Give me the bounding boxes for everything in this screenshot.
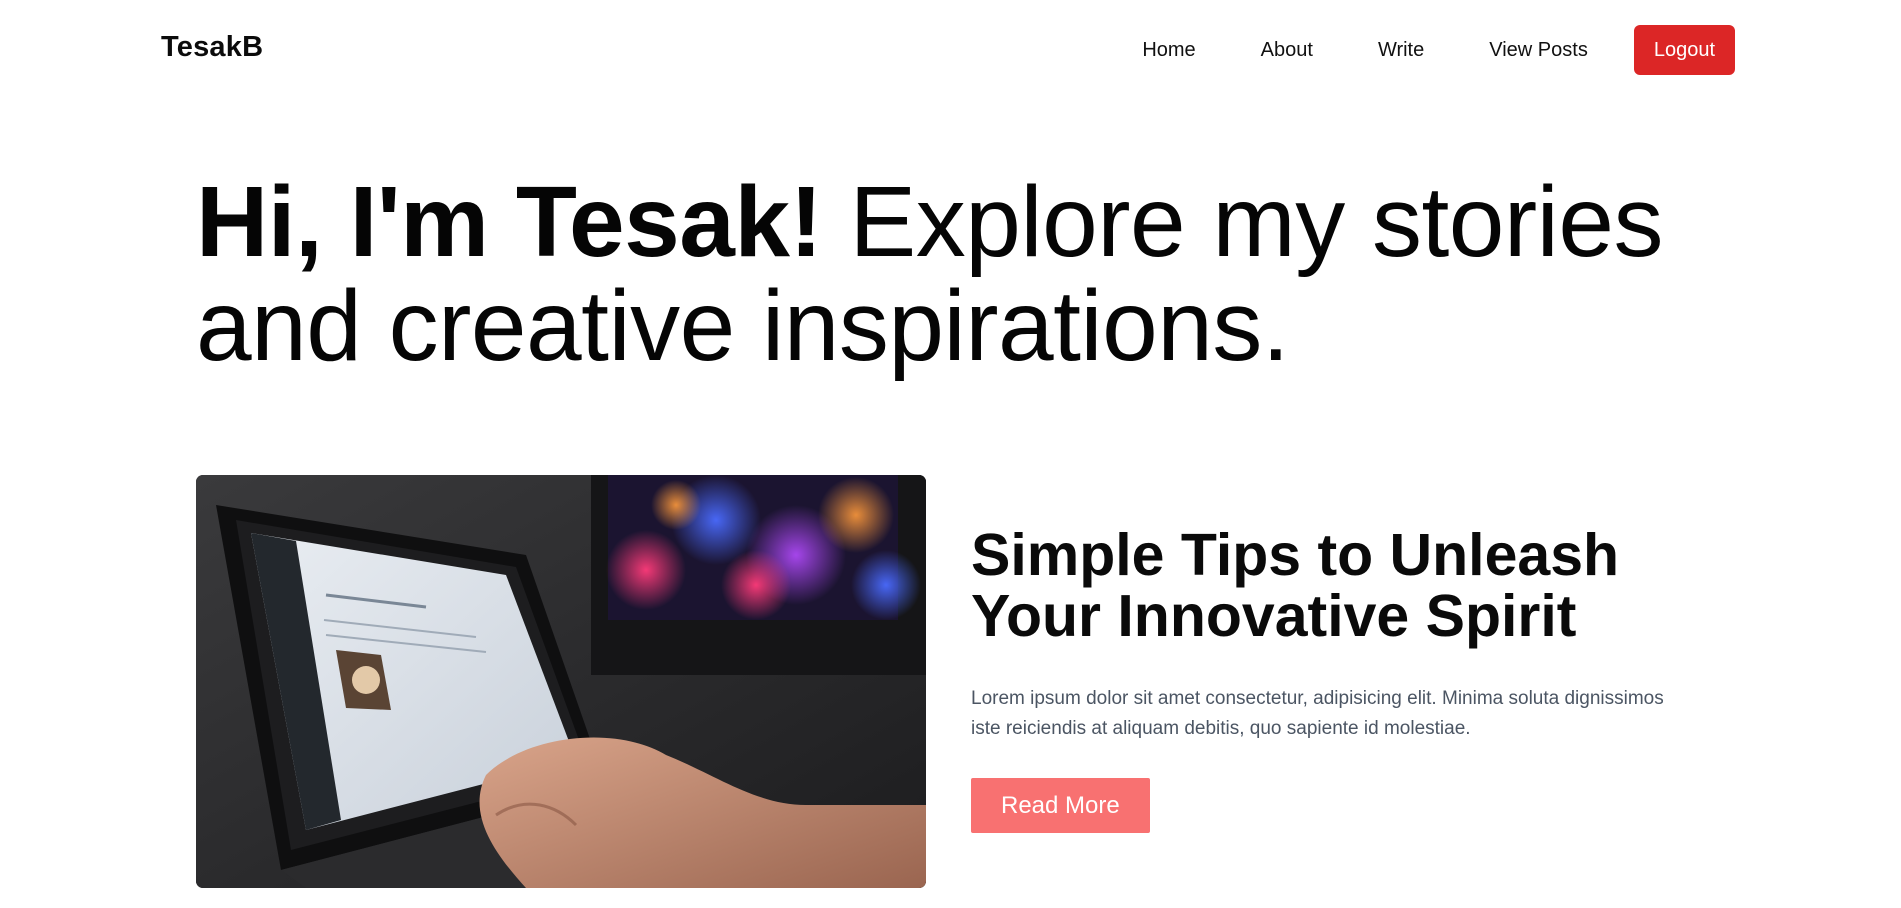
site-header: TesakB Home About Write View Posts Logou…: [0, 0, 1901, 100]
laptop-photo-icon: [196, 475, 926, 888]
nav-view-posts-link[interactable]: View Posts: [1489, 25, 1588, 75]
nav-home-link[interactable]: Home: [1142, 25, 1195, 75]
read-more-button[interactable]: Read More: [971, 778, 1150, 833]
page: TesakB Home About Write View Posts Logou…: [0, 0, 1901, 908]
main-nav: Home About Write View Posts Logout: [1142, 25, 1735, 75]
post-excerpt: Lorem ipsum dolor sit amet consectetur, …: [971, 688, 1664, 739]
logout-button[interactable]: Logout: [1633, 25, 1735, 75]
nav-write-link[interactable]: Write: [1378, 25, 1424, 75]
featured-post-image[interactable]: [196, 475, 926, 888]
hero-greeting: Hi, I'm Tesak!: [196, 166, 823, 278]
featured-post-content: Simple Tips to Unleash Your Innovative S…: [971, 525, 1691, 833]
nav-about-link[interactable]: About: [1261, 25, 1313, 75]
hero-heading: Hi, I'm Tesak! Explore my stories and cr…: [196, 170, 1696, 378]
brand-logo[interactable]: TesakB: [161, 31, 263, 64]
post-title[interactable]: Simple Tips to Unleash Your Innovative S…: [971, 525, 1691, 647]
